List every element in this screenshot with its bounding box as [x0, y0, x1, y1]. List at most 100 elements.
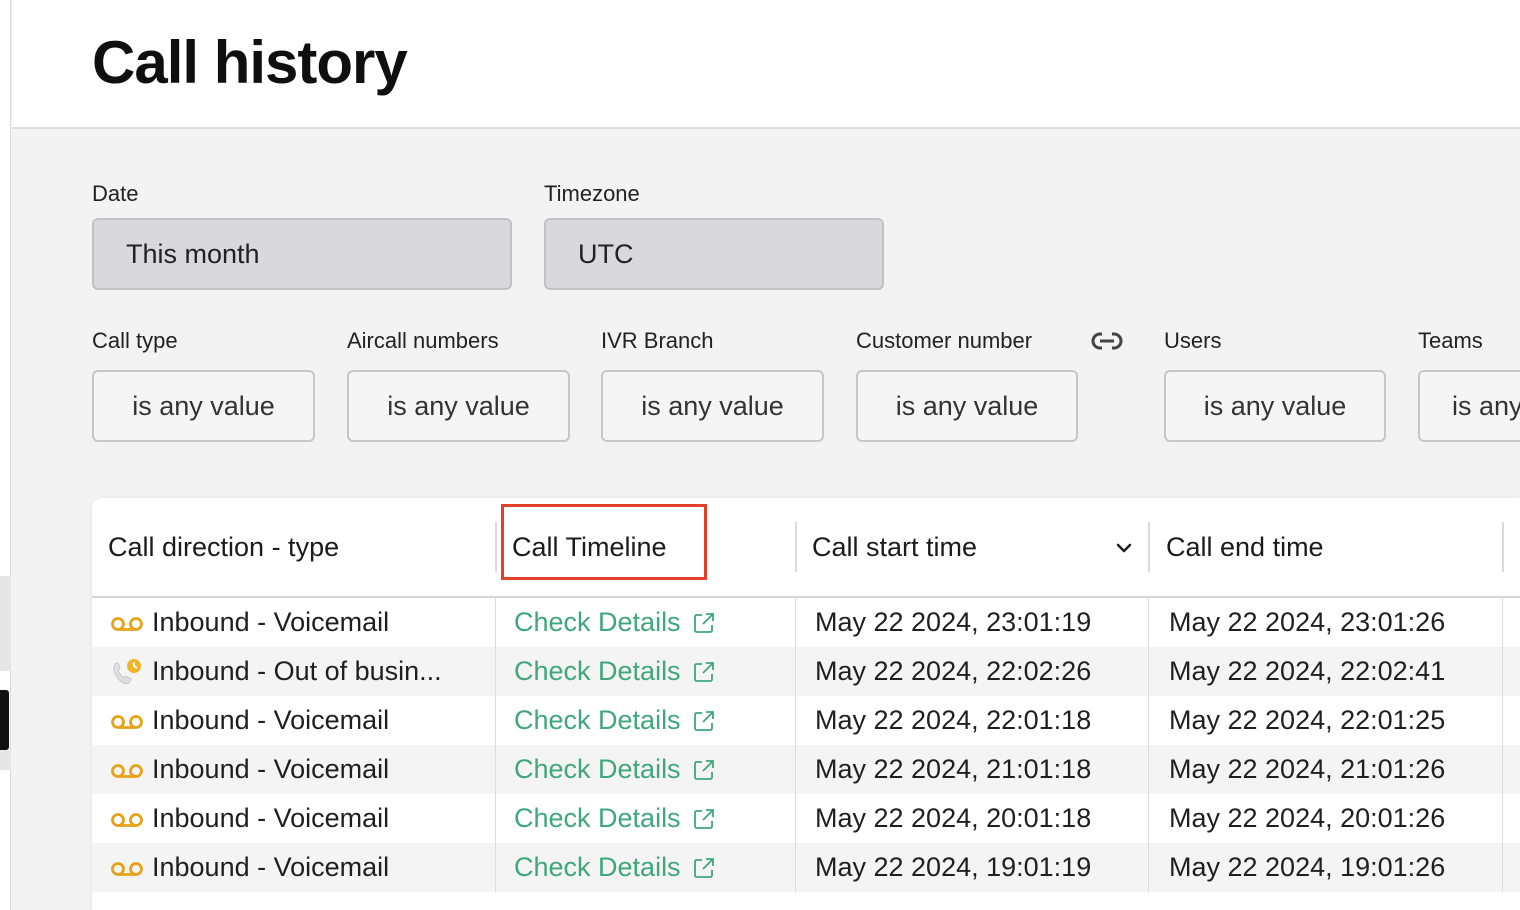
voicemail-icon [111, 714, 143, 729]
call-direction-text: Inbound - Voicemail [152, 803, 390, 833]
row-separator [795, 843, 796, 892]
column-separator[interactable] [1502, 522, 1504, 572]
call-history-table: Call direction - type Call Timeline Call… [92, 498, 1520, 910]
row-separator [1148, 745, 1149, 794]
call-direction-text: Inbound - Voicemail [152, 705, 390, 735]
call-end-time-cell: May 22 2024, 22:02:41 [1169, 656, 1446, 686]
call-direction-text: Inbound - Out of busin... [152, 656, 442, 686]
row-separator [795, 745, 796, 794]
call-timeline-cell[interactable]: Check Details [514, 843, 717, 892]
external-link-icon [693, 612, 714, 633]
column-separator[interactable] [795, 522, 797, 572]
call-direction-cell: Inbound - Voicemail [110, 598, 389, 647]
row-separator [795, 598, 796, 647]
call-timeline-cell[interactable]: Check Details [514, 794, 717, 843]
call-type-filter[interactable]: is any value [92, 370, 315, 442]
row-separator [1502, 843, 1503, 892]
external-link-icon [693, 710, 714, 731]
table-row[interactable]: Inbound - Voicemail Check Details May 22 2… [92, 843, 1520, 892]
row-separator [495, 696, 496, 745]
link-icon[interactable] [1090, 330, 1124, 352]
row-separator [795, 696, 796, 745]
call-timeline-cell[interactable]: Check Details [514, 647, 717, 696]
check-details-link[interactable]: Check Details [514, 705, 681, 736]
table-row[interactable]: Inbound - Voicemail Check Details May 22 2… [92, 794, 1520, 843]
aircall-numbers-label: Aircall numbers [347, 328, 499, 353]
call-type-label: Call type [92, 328, 178, 353]
call-direction-text: Inbound - Voicemail [152, 852, 390, 882]
column-separator[interactable] [495, 522, 497, 572]
timezone-label: Timezone [544, 181, 640, 206]
column-header-call-end-time[interactable]: Call end time [1166, 498, 1324, 596]
row-separator [795, 647, 796, 696]
row-separator [1502, 598, 1503, 647]
call-start-time-cell: May 22 2024, 20:01:18 [815, 803, 1092, 833]
column-header-call-start-time[interactable]: Call start time [812, 498, 977, 596]
call-direction-text: Inbound - Voicemail [152, 754, 390, 784]
table-row[interactable]: Inbound - Out of busin... Check Details Ma… [92, 647, 1520, 696]
rail-stub [0, 576, 11, 671]
table-row[interactable]: Inbound - Voicemail Check Details May 22 2… [92, 598, 1520, 647]
teams-filter[interactable]: is any [1418, 370, 1520, 442]
rail-stub [0, 750, 11, 770]
customer-number-filter[interactable]: is any value [856, 370, 1078, 442]
table-row[interactable]: Inbound - Voicemail Check Details May 22 2… [92, 745, 1520, 794]
out-of-hours-icon [113, 658, 141, 684]
voicemail-icon [111, 861, 143, 876]
external-link-icon [693, 661, 714, 682]
timezone-select[interactable]: UTC [544, 218, 884, 290]
row-separator [1148, 843, 1149, 892]
row-separator [1502, 647, 1503, 696]
row-separator [1502, 696, 1503, 745]
call-start-time-cell: May 22 2024, 22:01:18 [815, 705, 1092, 735]
call-end-time-cell: May 22 2024, 22:01:25 [1169, 705, 1446, 735]
call-start-time-cell: May 22 2024, 19:01:19 [815, 852, 1092, 882]
call-direction-cell: Inbound - Voicemail [110, 843, 389, 892]
table-row[interactable]: Inbound - Voicemail Check Details May 22 2… [92, 696, 1520, 745]
aircall-numbers-filter[interactable]: is any value [347, 370, 570, 442]
check-details-link[interactable]: Check Details [514, 754, 681, 785]
row-separator [495, 745, 496, 794]
call-direction-cell: Inbound - Voicemail [110, 794, 389, 843]
external-link-icon [693, 808, 714, 829]
row-separator [1502, 794, 1503, 843]
call-direction-text: Inbound - Voicemail [152, 607, 390, 637]
table-body: Inbound - Voicemail Check Details May 22 2… [92, 598, 1520, 892]
customer-number-label: Customer number [856, 328, 1033, 353]
call-start-time-cell: May 22 2024, 21:01:18 [815, 754, 1092, 784]
row-separator [1148, 696, 1149, 745]
column-header-call-direction[interactable]: Call direction - type [108, 498, 339, 596]
external-link-icon [693, 759, 714, 780]
table-header: Call direction - type Call Timeline Call… [92, 498, 1520, 598]
date-label: Date [92, 181, 139, 206]
row-separator [1148, 794, 1149, 843]
call-direction-cell: Inbound - Out of busin... [110, 647, 442, 696]
row-separator [495, 598, 496, 647]
row-separator [1148, 647, 1149, 696]
check-details-link[interactable]: Check Details [514, 607, 681, 638]
users-filter[interactable]: is any value [1164, 370, 1386, 442]
call-timeline-cell[interactable]: Check Details [514, 696, 717, 745]
row-separator [1502, 745, 1503, 794]
column-separator[interactable] [1148, 522, 1150, 572]
call-timeline-cell[interactable]: Check Details [514, 598, 717, 647]
call-end-time-cell: May 22 2024, 23:01:26 [1169, 607, 1446, 637]
date-select[interactable]: This month [92, 218, 512, 290]
voicemail-icon [111, 763, 143, 778]
row-separator [495, 843, 496, 892]
external-link-icon [693, 857, 714, 878]
rail-active-indicator [0, 690, 9, 750]
voicemail-icon [111, 616, 143, 631]
call-end-time-cell: May 22 2024, 19:01:26 [1169, 852, 1446, 882]
ivr-branch-filter[interactable]: is any value [601, 370, 824, 442]
chevron-down-icon[interactable] [1114, 538, 1134, 558]
call-direction-cell: Inbound - Voicemail [110, 745, 389, 794]
call-end-time-cell: May 22 2024, 21:01:26 [1169, 754, 1446, 784]
call-end-time-cell: May 22 2024, 20:01:26 [1169, 803, 1446, 833]
voicemail-icon [111, 812, 143, 827]
check-details-link[interactable]: Check Details [514, 656, 681, 687]
check-details-link[interactable]: Check Details [514, 852, 681, 883]
check-details-link[interactable]: Check Details [514, 803, 681, 834]
teams-label: Teams [1418, 328, 1483, 353]
call-timeline-cell[interactable]: Check Details [514, 745, 717, 794]
